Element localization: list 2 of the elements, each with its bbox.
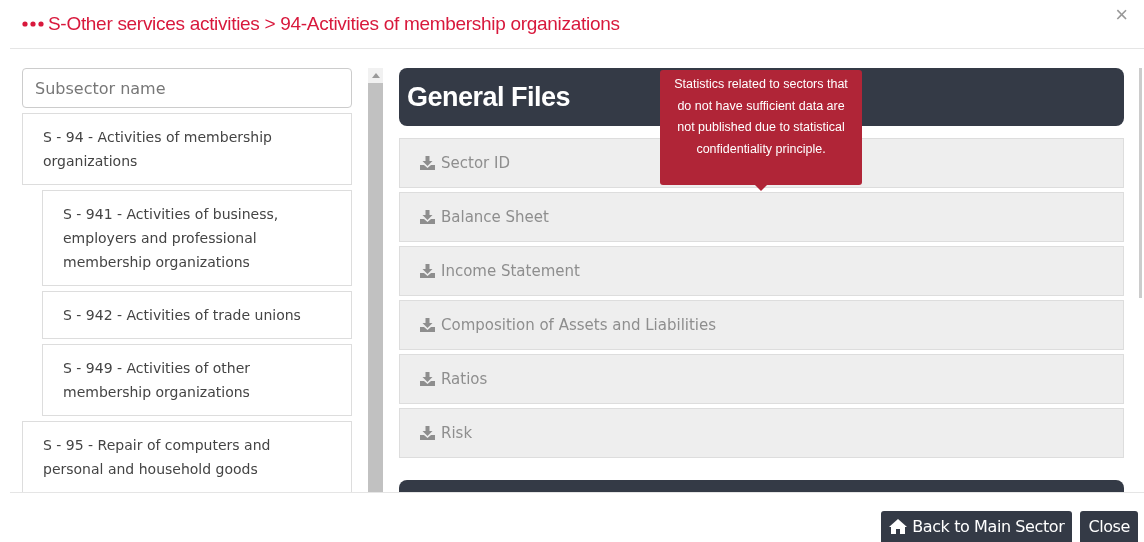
- modal-title: S-Other services activities > 94-Activities of membership organizations: [48, 13, 620, 35]
- tooltip: Statistics related to sectors that do not have sufficient data are not published due to statistical confidentiality principle.: [660, 70, 862, 185]
